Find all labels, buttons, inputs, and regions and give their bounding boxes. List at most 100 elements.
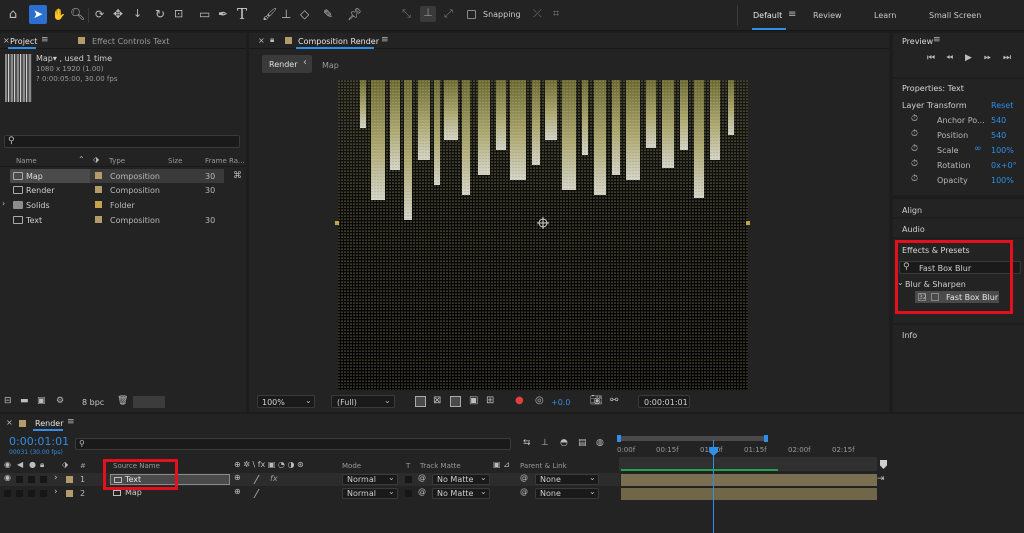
snap-edges-icon[interactable]: ⤫ (533, 7, 542, 21)
expand-chevron-icon[interactable]: › (2, 199, 5, 208)
solo-toggle[interactable] (28, 476, 35, 483)
audio-toggle[interactable] (16, 476, 23, 483)
layer-handle-left[interactable] (335, 221, 339, 225)
solo-toggle[interactable] (28, 490, 35, 497)
last-frame-icon[interactable]: ⏭ (1003, 53, 1011, 63)
audio-panel[interactable]: Audio (893, 219, 1024, 237)
work-area-end-handle[interactable] (764, 435, 768, 442)
expand-chevron-icon[interactable]: › (54, 473, 58, 483)
audio-toggle[interactable] (16, 490, 23, 497)
snap-features-icon[interactable]: ⌗ (553, 7, 559, 21)
col-type[interactable]: Type (109, 157, 125, 165)
prop-value[interactable]: 100% (991, 176, 1014, 185)
snapping-checkbox[interactable] (467, 10, 476, 19)
parent-dropdown[interactable]: None ⌄ (535, 473, 599, 485)
home-icon[interactable]: ⌂ (6, 7, 20, 22)
view-axis-mode-icon[interactable]: ⤢ (444, 7, 453, 21)
stopwatch-icon[interactable]: ⏱︎ (911, 129, 918, 139)
track-matte-dropdown[interactable]: No Matte ⌄ (432, 487, 490, 499)
prop-value[interactable]: 540 (991, 131, 1006, 140)
stopwatch-icon[interactable]: ⏱︎ (911, 174, 918, 184)
prop-value[interactable]: 540 (991, 116, 1006, 125)
preserve-transparency-toggle[interactable] (405, 476, 412, 483)
composition-viewer[interactable] (338, 80, 748, 390)
grid-icon[interactable]: ⊞ (486, 395, 494, 406)
col-track-matte[interactable]: Track Matte (420, 462, 461, 470)
workspace-small-screen[interactable]: Small Screen (929, 11, 981, 20)
world-axis-mode-icon[interactable]: ⊥ (420, 6, 436, 22)
collapse-switch-icon[interactable]: ⊕ (234, 487, 241, 496)
reset-button[interactable]: Reset (991, 101, 1013, 110)
work-area-bar[interactable] (617, 435, 768, 442)
col-mode[interactable]: Mode (342, 462, 361, 470)
project-settings-icon[interactable]: ⚙ (56, 396, 64, 406)
info-panel[interactable]: Info (893, 325, 1024, 412)
project-item-render[interactable]: Render Composition 30 (0, 183, 246, 197)
close-icon[interactable]: × (258, 36, 265, 45)
workspace-menu-icon[interactable]: ≡ (788, 9, 796, 20)
resolution-dropdown[interactable]: (Full) ⌄ (331, 395, 395, 408)
dolly-camera-icon[interactable]: ↓ (133, 7, 142, 20)
current-time-field[interactable]: 0:00:01:01 (638, 395, 690, 408)
type-tool-icon[interactable]: T (237, 5, 247, 23)
lock-toggle[interactable] (40, 490, 47, 497)
parent-pick-whip-icon[interactable]: @ (520, 473, 528, 482)
align-panel[interactable]: Align (893, 199, 1024, 217)
orbit-camera-icon[interactable]: ⟳ (95, 8, 104, 21)
workspace-review[interactable]: Review (813, 11, 842, 20)
prop-value[interactable]: 100% (991, 146, 1014, 155)
workspace-default[interactable]: Default (753, 11, 782, 20)
zoom-tool-icon[interactable]: 🔍︎ (70, 7, 85, 21)
project-item-solids[interactable]: › Solids Folder (0, 198, 246, 212)
clone-stamp-tool-icon[interactable]: ⊥ (281, 7, 291, 21)
next-frame-icon[interactable]: ⏩︎ (984, 53, 991, 63)
layer-bar-text[interactable] (621, 474, 877, 486)
comp-mini-flowchart-icon[interactable]: ⇆ (523, 438, 531, 448)
layer-row-map[interactable]: › 2 Map ⊕ Normal ⌄ @ No Matte ⌄ @ None ⌄ (0, 487, 620, 500)
close-icon[interactable]: × (3, 36, 10, 45)
work-area-start-handle[interactable] (617, 435, 621, 442)
shy-layers-icon[interactable]: ◓ (560, 438, 568, 448)
rotate-tool-icon[interactable]: ↻ (155, 7, 165, 21)
show-snapshot-icon[interactable]: ⚯ (610, 395, 618, 406)
quality-switch[interactable] (253, 475, 269, 484)
panel-menu-icon[interactable]: ≡ (41, 35, 49, 45)
draft-3d-icon[interactable]: ⊥ (541, 438, 549, 448)
show-channel-icon[interactable]: ● (515, 395, 524, 406)
eye-visibility-icon[interactable]: ◉ (4, 473, 11, 482)
panel-menu-icon[interactable]: ≡ (933, 35, 941, 45)
eraser-tool-icon[interactable]: ◇ (300, 7, 309, 21)
motion-blur-icon[interactable]: ◍ (596, 438, 604, 448)
layer-label-swatch[interactable] (66, 490, 73, 497)
roto-brush-tool-icon[interactable]: ✎ (323, 7, 333, 21)
tab-project[interactable]: Project (10, 37, 37, 46)
mode-dropdown[interactable]: Normal ⌄ (342, 487, 398, 499)
lock-toggle[interactable] (40, 476, 47, 483)
layer-handle-right[interactable] (746, 221, 750, 225)
first-frame-icon[interactable]: ⏮ (927, 53, 935, 63)
region-of-interest-icon[interactable] (415, 396, 426, 407)
quality-switch[interactable] (253, 489, 269, 498)
stopwatch-icon[interactable]: ⏱︎ (911, 144, 918, 154)
col-frame-rate[interactable]: Frame Ra... (205, 157, 245, 165)
ruler-bar[interactable] (619, 457, 877, 471)
collapse-switch-icon[interactable]: ⊕ (234, 473, 241, 482)
exposure-value[interactable]: +0.0 (551, 398, 570, 407)
pen-tool-icon[interactable]: ✒ (218, 7, 228, 21)
play-icon[interactable]: ▶ (965, 53, 972, 63)
bpc-button[interactable]: 8 bpc (82, 398, 104, 407)
tab-effect-controls[interactable]: Effect Controls Text (92, 37, 169, 46)
tab-composition-render[interactable]: Composition Render (298, 37, 379, 46)
rectangle-tool-icon[interactable]: ▭ (199, 7, 210, 21)
pick-whip-icon[interactable]: @ (418, 487, 426, 496)
layer-label-swatch[interactable] (66, 476, 73, 483)
interpret-footage-icon[interactable]: ⊟ (4, 396, 12, 406)
local-axis-mode-icon[interactable]: ⤡ (402, 7, 411, 21)
comp-marker[interactable] (880, 460, 887, 469)
panel-menu-icon[interactable]: ≡ (67, 417, 75, 427)
layer-row-text[interactable]: ◉ › 1 Text ⊕ fx Normal ⌄ @ No Matte ⌄ @ … (0, 473, 620, 486)
project-item-map[interactable]: Map Composition 30 ⌘ (0, 169, 246, 183)
pan-camera-icon[interactable]: ✥ (113, 7, 123, 21)
playhead-head[interactable] (709, 447, 718, 456)
project-search-input[interactable]: ⚲ (4, 135, 240, 148)
